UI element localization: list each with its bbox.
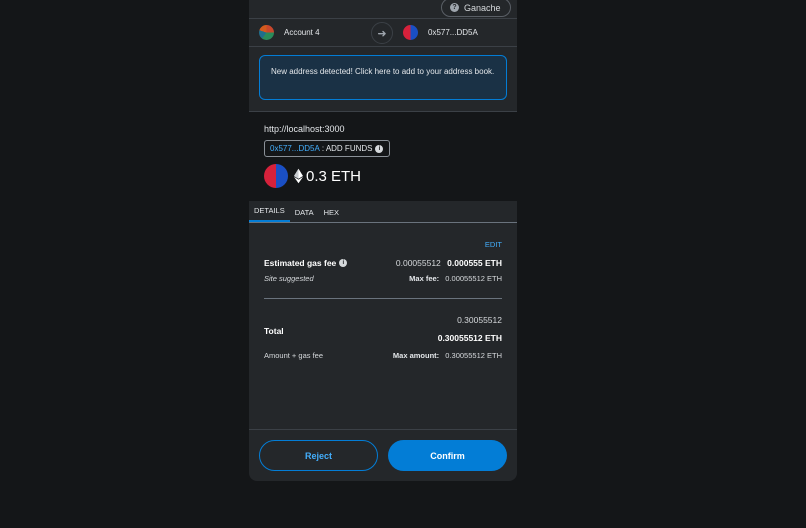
tab-hex[interactable]: HEX xyxy=(319,200,344,222)
gas-fee-secondary: 0.00055512 xyxy=(395,258,441,268)
max-amount-row: Amount + gas fee Max amount: 0.30055512 … xyxy=(264,351,502,360)
tab-data[interactable]: DATA xyxy=(290,200,319,222)
amount-row: 0.3 ETH xyxy=(264,164,502,188)
confirm-button[interactable]: Confirm xyxy=(388,440,507,471)
transaction-summary: http://localhost:3000 0x577...DD5A : ADD… xyxy=(249,111,517,201)
from-account-name: Account 4 xyxy=(284,28,320,37)
transaction-amount: 0.3 ETH xyxy=(306,167,362,185)
info-icon[interactable]: i xyxy=(339,259,348,267)
max-fee-value: 0.00055512 ETH xyxy=(445,274,502,283)
total-primary: 0.30055512 ETH xyxy=(437,333,502,343)
address-link[interactable]: 0x577...DD5A xyxy=(270,144,320,153)
info-icon[interactable]: i xyxy=(375,144,384,153)
network-bar: ? Ganache xyxy=(249,0,517,18)
total-block: 0.30055512 Total 0.30055512 ETH Amount +… xyxy=(264,315,502,375)
eth-icon xyxy=(294,168,303,184)
edit-link[interactable]: EDIT xyxy=(485,240,502,249)
add-funds-label[interactable]: : ADD FUNDS xyxy=(322,144,373,153)
total-secondary: 0.30055512 xyxy=(457,315,502,325)
max-amount-value: 0.30055512 ETH xyxy=(445,351,502,360)
amount-gas-label: Amount + gas fee xyxy=(264,351,323,360)
site-suggested-label: Site suggested xyxy=(264,274,314,283)
max-fee-row: Site suggested Max fee: 0.00055512 ETH xyxy=(264,274,502,283)
question-icon: ? xyxy=(450,3,459,12)
tab-details[interactable]: DETAILS xyxy=(249,200,290,222)
max-amount-label: Max amount: xyxy=(392,351,440,360)
reject-button[interactable]: Reject xyxy=(259,440,378,471)
to-account-address: 0x577...DD5A xyxy=(428,28,478,37)
total-label: Total xyxy=(264,326,284,336)
to-account-avatar xyxy=(403,25,418,40)
from-account-avatar xyxy=(259,25,274,40)
network-label: Ganache xyxy=(464,2,501,13)
max-fee-label: Max fee: xyxy=(409,274,440,283)
confirm-transaction-popup: ? Ganache Account 4 ➜ 0x577...DD5A New a… xyxy=(249,0,517,481)
tab-bar: DETAILS DATA HEX xyxy=(249,201,517,223)
new-address-banner[interactable]: New address detected! Click here to add … xyxy=(259,55,507,100)
network-selector[interactable]: ? Ganache xyxy=(441,0,511,17)
details-panel: EDIT Estimated gas fee i 0.00055512 0.00… xyxy=(249,240,517,375)
recipient-avatar xyxy=(264,164,288,188)
gas-fee-row: Estimated gas fee i 0.00055512 0.000555 … xyxy=(264,258,502,268)
to-account[interactable]: 0x577...DD5A xyxy=(403,25,478,40)
divider xyxy=(264,298,502,299)
gas-fee-label: Estimated gas fee xyxy=(264,258,337,268)
footer-actions: Reject Confirm xyxy=(249,429,517,481)
gas-fee-primary: 0.000555 ETH xyxy=(447,258,502,268)
arrow-right-icon: ➜ xyxy=(371,22,393,44)
origin-url: http://localhost:3000 xyxy=(264,124,345,134)
add-funds-box: 0x577...DD5A : ADD FUNDS i xyxy=(264,140,391,157)
account-transfer-row: Account 4 ➜ 0x577...DD5A xyxy=(249,18,517,47)
from-account[interactable]: Account 4 xyxy=(249,25,371,40)
